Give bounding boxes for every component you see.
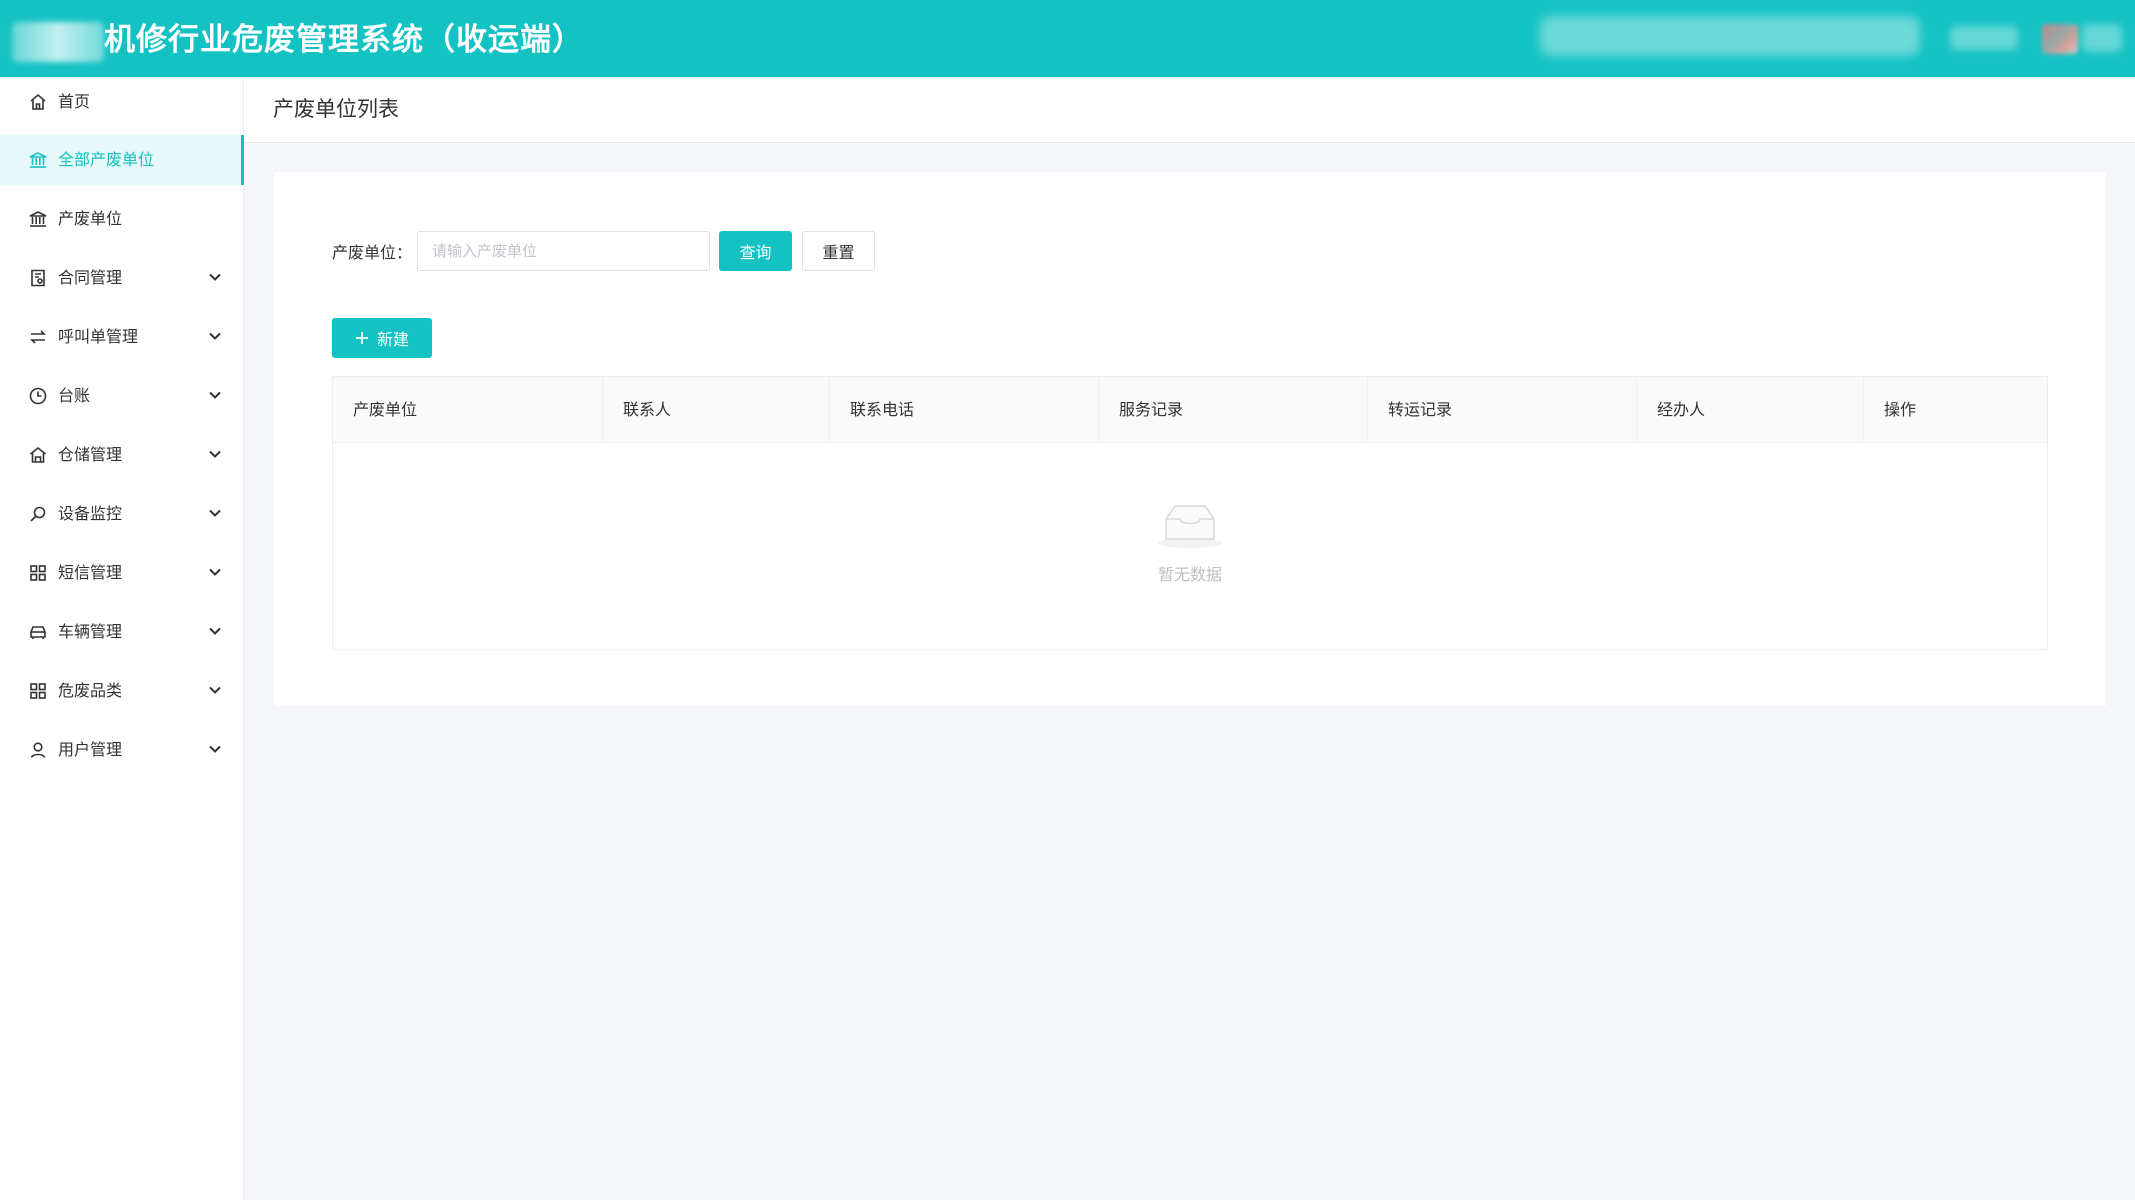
reset-button[interactable]: 重置 [802,231,875,271]
warehouse-icon [30,446,46,463]
search-label: 产废单位： [332,243,413,262]
sidebar-item-label: 车辆管理 [58,622,123,641]
car-icon [30,626,46,639]
chevron-down-icon [209,686,221,694]
column-header[interactable]: 转运记录 [1368,377,1637,443]
sidebar-item-label: 仓储管理 [58,445,123,464]
query-button[interactable]: 查询 [719,231,792,271]
swap-icon [30,330,46,344]
page-header: 产废单位列表 [244,77,2135,143]
chevron-down-icon [209,273,221,281]
contract-icon [31,269,45,287]
logo [12,22,104,62]
empty-state-text: 暂无数据 [1157,565,1222,584]
sidebar-item-vehicles[interactable]: 车辆管理 [0,607,244,657]
sidebar-item-label: 用户管理 [58,740,123,759]
main-card: 产废单位： 查询 重置 新建 产废单位 联系人 联系电话 服务记录 转运记录 经… [274,172,2106,706]
sidebar-item-home[interactable]: 首页 [0,77,244,127]
sidebar-item-label: 产废单位 [58,209,123,228]
sidebar-item-label: 首页 [58,92,91,111]
column-header[interactable]: 经办人 [1637,377,1864,443]
plus-icon [355,332,368,344]
sidebar-item-contracts[interactable]: 合同管理 [0,253,244,303]
sidebar-item-label: 合同管理 [58,268,123,287]
chevron-down-icon [209,332,221,340]
header-info-redacted [1540,16,1920,56]
column-header[interactable]: 联系人 [603,377,830,443]
grid-icon [30,683,46,699]
sidebar-item-ledger[interactable]: 台账 [0,371,244,421]
sidebar-item-label: 危废品类 [58,681,123,700]
empty-inbox-icon [1158,505,1222,548]
column-header[interactable]: 联系电话 [830,377,1099,443]
page-title: 产废单位列表 [273,97,399,121]
column-header[interactable]: 服务记录 [1099,377,1368,443]
chevron-down-icon [209,627,221,635]
sidebar-item-users[interactable]: 用户管理 [0,725,244,775]
sidebar-item-warehouse[interactable]: 仓储管理 [0,430,244,480]
header-menu-redacted[interactable] [2082,24,2122,52]
sidebar-item-waste-categories[interactable]: 危废品类 [0,666,244,716]
add-button-label: 新建 [376,330,409,349]
search-icon [30,506,46,522]
sidebar-item-sms[interactable]: 短信管理 [0,548,244,598]
sidebar-item-device-monitor[interactable]: 设备监控 [0,489,244,539]
home-icon [30,93,46,110]
user-icon [30,742,46,758]
bank-icon [29,152,47,168]
column-header[interactable]: 产废单位 [333,377,603,443]
sidebar-item-label: 设备监控 [58,504,123,523]
table-header: 产废单位 联系人 联系电话 服务记录 转运记录 经办人 操作 [333,377,2047,443]
sidebar-item-label: 台账 [58,386,91,405]
app-title: 机修行业危废管理系统（收运端） [104,22,584,58]
grid-icon [30,565,46,581]
sidebar-item-call-orders[interactable]: 呼叫单管理 [0,312,244,362]
avatar[interactable] [2042,24,2078,54]
chevron-down-icon [209,391,221,399]
sidebar: 首页 全部产废单位 产废单位 合同管理 呼叫单管理 台账 仓储管理 设备监控 短… [0,77,244,1200]
chevron-down-icon [209,745,221,753]
column-header[interactable]: 操作 [1864,377,2047,443]
waste-unit-table: 产废单位 联系人 联系电话 服务记录 转运记录 经办人 操作 暂无数据 [332,376,2048,650]
chevron-down-icon [209,509,221,517]
bank-icon [29,211,47,227]
chevron-down-icon [209,450,221,458]
sidebar-item-label: 短信管理 [58,563,123,582]
chevron-down-icon [209,568,221,576]
sidebar-item-label: 呼叫单管理 [58,327,139,346]
sidebar-item-label: 全部产废单位 [58,150,155,169]
clock-icon [29,387,47,405]
top-header: 机修行业危废管理系统（收运端） [0,0,2135,77]
search-input[interactable] [417,231,710,271]
sidebar-item-all-waste-units[interactable]: 全部产废单位 [0,135,244,185]
add-waste-unit-button[interactable]: 新建 [332,318,432,358]
header-user-redacted[interactable] [1950,26,2018,50]
sidebar-item-waste-units[interactable]: 产废单位 [0,194,244,244]
